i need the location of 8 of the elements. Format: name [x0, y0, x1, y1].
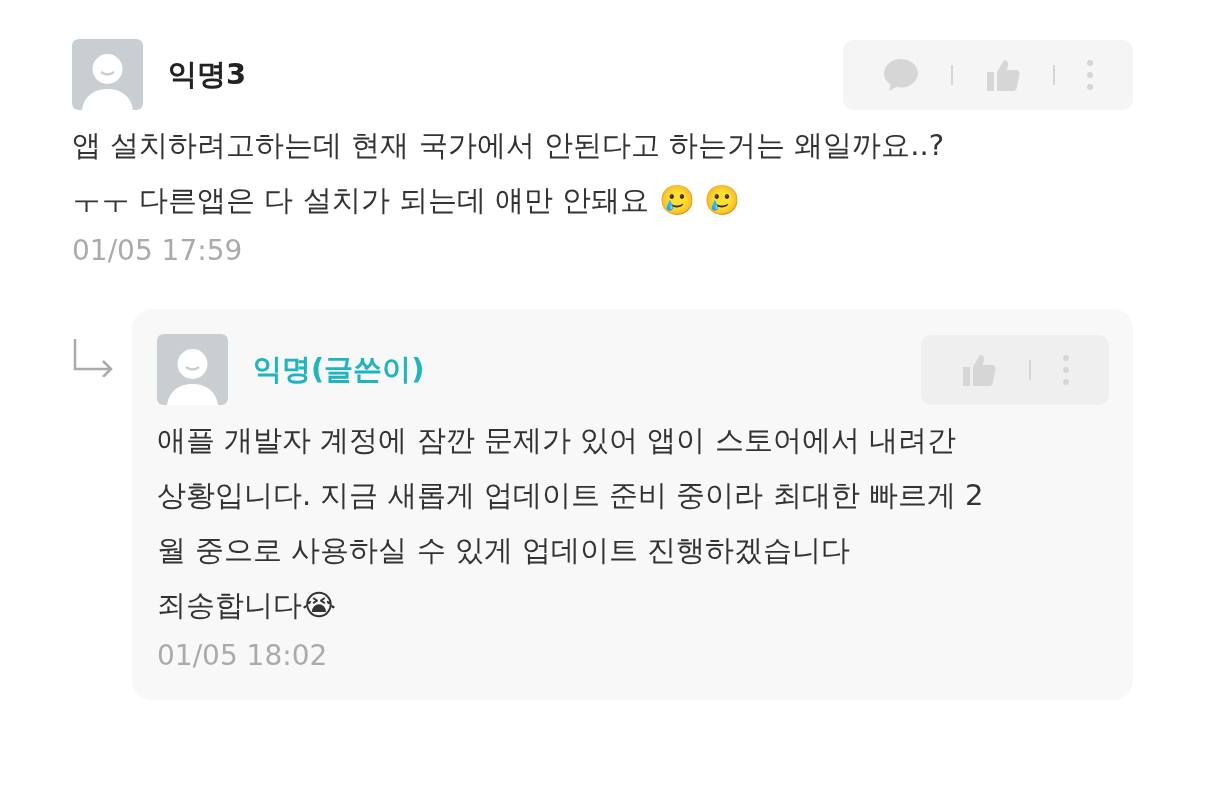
- comment-text: 애플 개발자 계정에 잠깐 문제가 있어 앱이 스토어에서 내려간 상황입니다. 지금 새롭게 업데이트 준비 중이라 최대한 빠르게 2 월 중으로 사용하실 수 있게 업데이트 진행하겠습니다 죄송합니다😭: [157, 422, 985, 624]
- timestamp: 01/05 18:02: [157, 639, 329, 672]
- timestamp: 01/05 17:59: [72, 234, 244, 267]
- author-name: 익명3: [168, 55, 248, 93]
- avatar: [72, 39, 143, 110]
- author-name: 익명(글쓴이): [253, 350, 426, 388]
- avatar: [157, 334, 228, 405]
- comment-text: 앱 설치하려고하는데 현재 국가에서 안된다고 하는거는 왜일까요..? ㅜㅜ 다른앱은 다 설치가 되는데 얘만 안돼요 🥲 🥲: [72, 127, 946, 219]
